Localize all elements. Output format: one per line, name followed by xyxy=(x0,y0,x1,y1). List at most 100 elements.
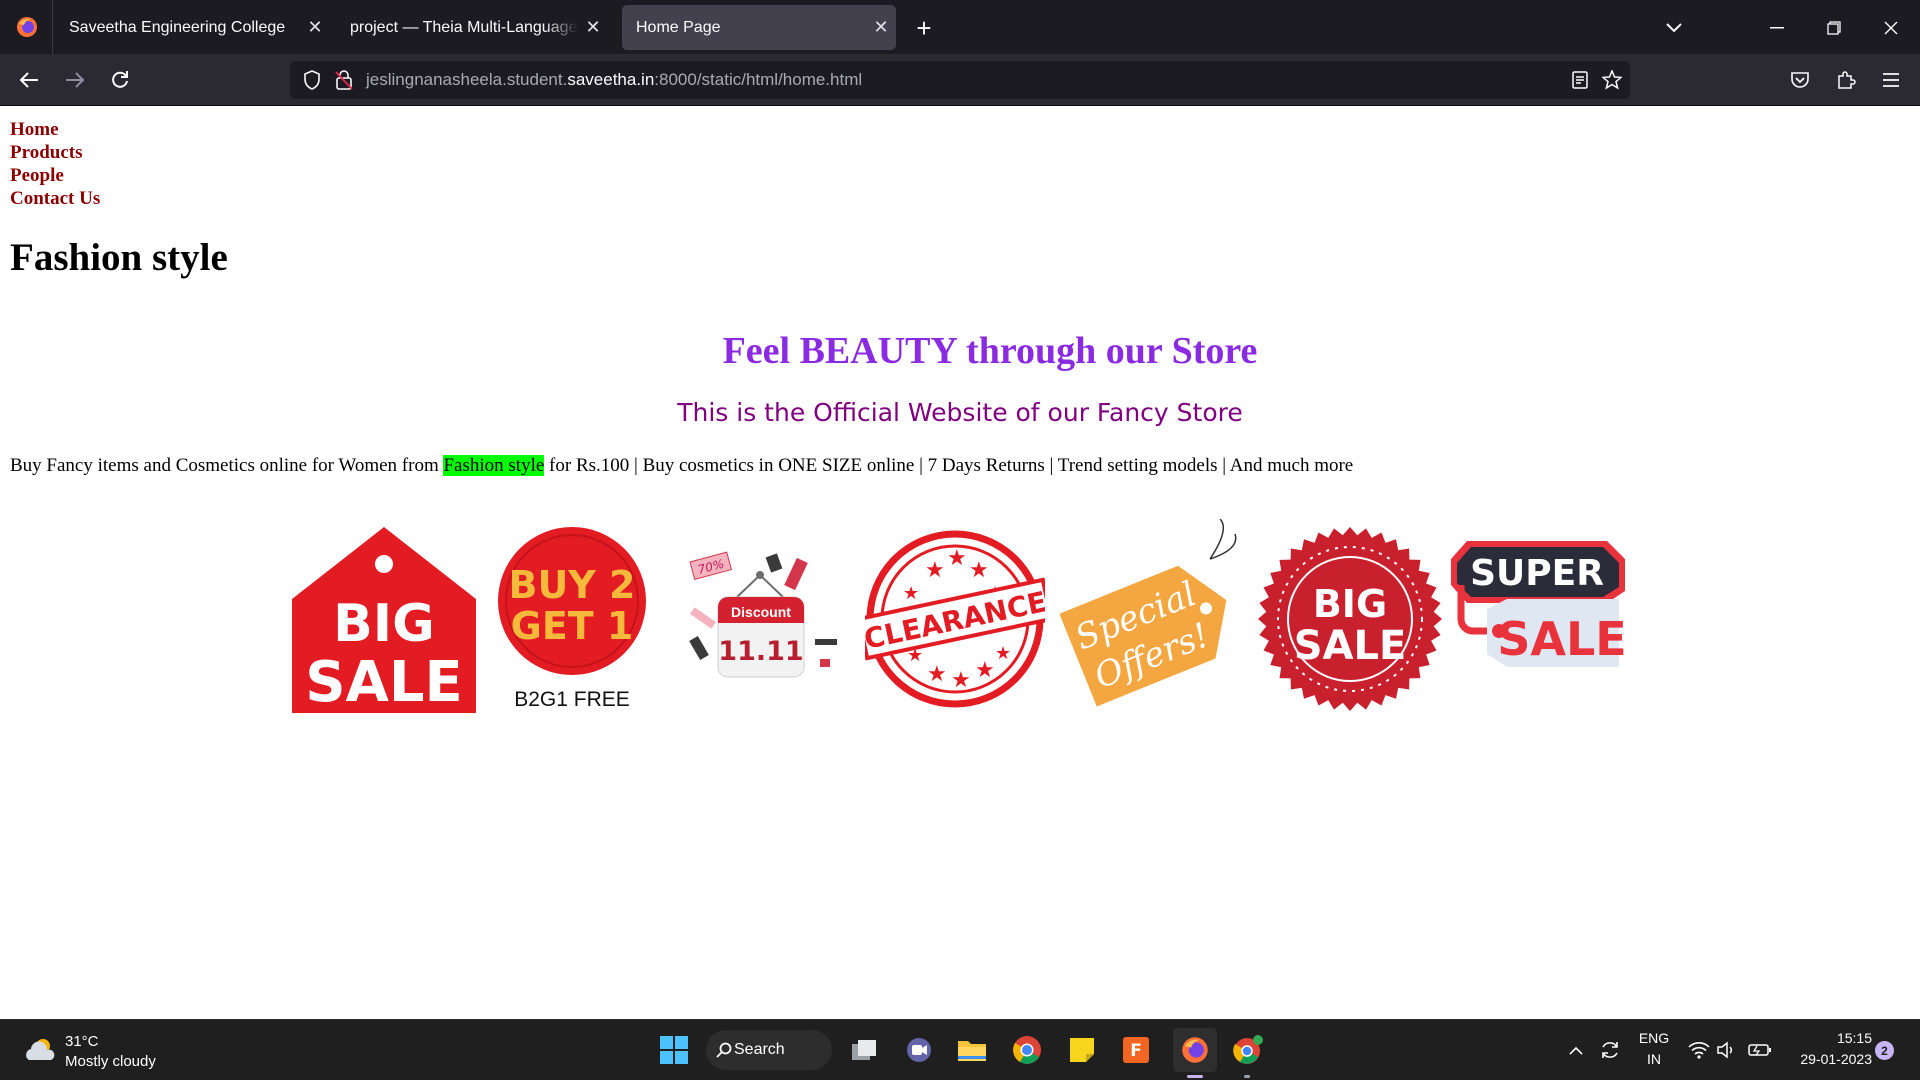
clearance-stamp-image: ★ ★ ★ ★ ★ ★ ★ ★ ★ ★ CLEARANCE xyxy=(865,530,1045,708)
insecure-lock-icon[interactable] xyxy=(330,66,358,94)
url-host: saveetha.in xyxy=(567,70,655,89)
extensions-icon[interactable] xyxy=(1830,64,1862,96)
svg-text:★: ★ xyxy=(947,546,967,571)
special-offers-tag-image: Special Offers! xyxy=(1060,519,1237,707)
list-all-tabs-icon[interactable] xyxy=(1658,12,1690,44)
highlighted-store-name: Fashion style xyxy=(443,455,545,476)
buy2get1-caption: B2G1 FREE xyxy=(514,688,630,711)
site-navigation: Home Products People Contact Us xyxy=(10,118,100,210)
firefox-taskbar-icon[interactable] xyxy=(1173,1028,1217,1078)
tab-theia-project[interactable]: project — Theia Multi-Language Ex ✕ xyxy=(336,5,608,50)
buy2get1-line1: BUY 2 xyxy=(508,563,635,607)
weather-temperature[interactable]: 31°C xyxy=(65,1033,99,1050)
store-tagline: Feel BEAUTY through our Store xyxy=(722,330,1258,372)
search-label: Search xyxy=(734,1041,785,1058)
firefox-menu-icon[interactable] xyxy=(12,12,42,42)
nav-link-products[interactable]: Products xyxy=(10,141,100,164)
pocket-icon[interactable] xyxy=(1784,64,1816,96)
tab-title: Saveetha Engineering College xyxy=(69,18,286,36)
svg-text:★: ★ xyxy=(975,658,995,683)
bookmark-star-icon[interactable] xyxy=(1598,66,1626,94)
file-explorer-icon[interactable] xyxy=(954,1032,990,1068)
svg-text:★: ★ xyxy=(995,643,1011,664)
volume-icon[interactable] xyxy=(1712,1032,1742,1068)
show-hidden-icons-chevron-icon[interactable] xyxy=(1563,1032,1589,1068)
web-page: Home Products People Contact Us Fashion … xyxy=(0,107,1920,1019)
tab-saveetha[interactable]: Saveetha Engineering College ✕ xyxy=(55,5,330,50)
description-text: for Rs.100 | Buy cosmetics in ONE SIZE o… xyxy=(544,455,1354,476)
url-bar[interactable]: jeslingnanasheela.student.saveetha.in:80… xyxy=(290,61,1630,99)
nav-link-people[interactable]: People xyxy=(10,164,100,187)
store-subtagline: This is the Official Website of our Fanc… xyxy=(677,398,1243,427)
close-tab-icon[interactable]: ✕ xyxy=(578,17,608,38)
reader-view-icon[interactable] xyxy=(1566,66,1594,94)
taskbar-search-button[interactable]: Search xyxy=(706,1030,832,1070)
browser-tab-bar: Saveetha Engineering College ✕ project —… xyxy=(0,0,1920,54)
nav-link-home[interactable]: Home xyxy=(10,118,100,141)
windows-start-icon[interactable] xyxy=(656,1032,692,1068)
close-tab-icon[interactable]: ✕ xyxy=(300,17,330,38)
svg-text:★: ★ xyxy=(927,662,947,687)
clock-time[interactable]: 15:15 xyxy=(1788,1030,1872,1046)
discount-label: Discount xyxy=(731,604,791,620)
notification-count-badge[interactable]: 2 xyxy=(1875,1041,1894,1060)
big-sale-tag-line1: BIG xyxy=(333,594,435,654)
tab-title: Home Page xyxy=(636,18,721,36)
task-view-icon[interactable] xyxy=(846,1032,882,1068)
reload-icon[interactable] xyxy=(104,64,136,96)
svg-text:★: ★ xyxy=(903,583,919,604)
teams-chat-icon[interactable] xyxy=(901,1032,937,1068)
url-path: :8000/static/html/home.html xyxy=(654,70,863,89)
minimize-icon[interactable] xyxy=(1755,12,1799,44)
navigation-toolbar: jeslingnanasheela.student.saveetha.in:80… xyxy=(0,54,1920,106)
store-description: Buy Fancy items and Cosmetics online for… xyxy=(10,455,1353,477)
app-menu-icon[interactable] xyxy=(1875,64,1907,96)
fusion-360-icon[interactable]: F xyxy=(1118,1032,1154,1068)
clock-date[interactable]: 29-01-2023 xyxy=(1788,1051,1872,1067)
big-sale-tag-line2: SALE xyxy=(305,650,463,715)
restore-icon[interactable] xyxy=(1812,12,1856,44)
big-sale-seal-line1: BIG xyxy=(1313,582,1387,626)
discount-calendar-image: 70% Discount 11.11 xyxy=(689,551,837,678)
description-text: Buy Fancy items and Cosmetics online for… xyxy=(10,455,444,476)
search-icon xyxy=(716,1042,732,1058)
sync-icon[interactable] xyxy=(1595,1032,1625,1068)
active-app-indicator xyxy=(1187,1075,1203,1078)
super-sale-line2: SALE xyxy=(1497,612,1626,666)
buy2get1-line2: GET 1 xyxy=(511,604,634,648)
close-window-icon[interactable] xyxy=(1869,12,1913,44)
nav-link-contact-us[interactable]: Contact Us xyxy=(10,187,100,210)
chrome-profile-icon[interactable] xyxy=(1230,1032,1266,1078)
running-app-indicator xyxy=(1244,1075,1250,1078)
sale-banners: BIG SALE BUY 2 GET 1 B2G1 FREE 70% Disco… xyxy=(285,519,1630,719)
page-heading: Fashion style xyxy=(10,236,228,279)
input-language[interactable]: ENG xyxy=(1636,1030,1672,1046)
shield-icon[interactable] xyxy=(298,66,326,94)
wifi-icon[interactable] xyxy=(1684,1032,1714,1068)
close-tab-icon[interactable]: ✕ xyxy=(866,17,896,38)
buy2get1-badge-image: BUY 2 GET 1 B2G1 FREE xyxy=(498,527,646,711)
big-sale-tag-image: BIG SALE xyxy=(292,527,476,715)
svg-text:★: ★ xyxy=(925,558,945,583)
big-sale-seal-image: BIG SALE xyxy=(1258,527,1442,711)
svg-text:★: ★ xyxy=(951,668,971,693)
weather-cloud-icon[interactable] xyxy=(20,1032,60,1068)
battery-icon[interactable] xyxy=(1745,1032,1775,1068)
back-icon[interactable] xyxy=(13,64,45,96)
svg-text:F: F xyxy=(1130,1041,1142,1061)
url-text[interactable]: jeslingnanasheela.student.saveetha.in:80… xyxy=(366,70,862,90)
big-sale-seal-line2: SALE xyxy=(1294,623,1407,669)
input-region[interactable]: IN xyxy=(1636,1051,1672,1067)
tab-separator xyxy=(52,0,53,54)
forward-icon[interactable] xyxy=(59,64,91,96)
weather-description[interactable]: Mostly cloudy xyxy=(65,1053,156,1070)
new-tab-icon[interactable]: + xyxy=(908,12,940,44)
sticky-notes-icon[interactable] xyxy=(1064,1032,1100,1068)
chrome-icon[interactable] xyxy=(1009,1032,1045,1068)
super-sale-image: SUPER SALE xyxy=(1451,541,1627,667)
svg-text:★: ★ xyxy=(969,558,989,583)
tab-home-page[interactable]: Home Page ✕ xyxy=(622,5,896,50)
tab-title: project — Theia Multi-Language Ex xyxy=(350,18,578,36)
discount-date: 11.11 xyxy=(718,636,803,667)
url-prefix: jeslingnanasheela.student. xyxy=(366,70,568,89)
